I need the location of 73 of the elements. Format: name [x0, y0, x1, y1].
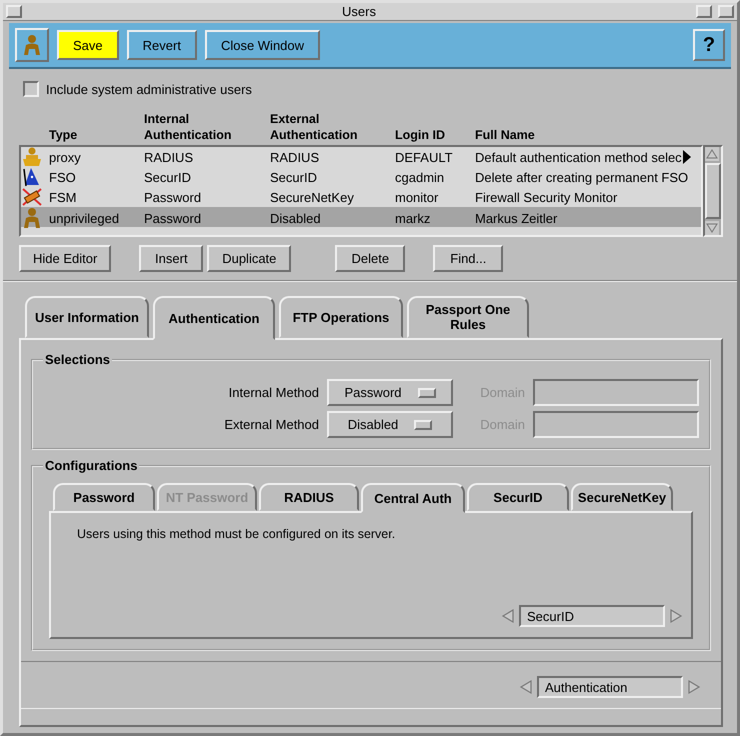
- window-title: Users: [341, 4, 377, 19]
- user-button[interactable]: [15, 28, 49, 62]
- table-row[interactable]: FSM Password SecureNetKey monitor Firewall Security Monitor: [21, 187, 701, 207]
- editor-button[interactable]: Find...: [433, 245, 504, 272]
- spinner-field[interactable]: SecurID: [519, 605, 665, 627]
- proxy-person-icon: [21, 147, 43, 167]
- table-cell: FSO: [49, 170, 76, 184]
- table-cell: SecureNetKey: [270, 190, 354, 204]
- column-header: Internal Authentication: [144, 111, 232, 143]
- table-cell: Password: [144, 190, 202, 204]
- save-button[interactable]: Save: [57, 30, 119, 60]
- table-cell: proxy: [49, 150, 81, 164]
- message-text: Users using this method must be configured on its server.: [77, 527, 396, 541]
- person-icon: [21, 207, 43, 229]
- table-cell: SecurID: [144, 170, 191, 184]
- table-cell: Disabled: [270, 210, 321, 226]
- option-menu[interactable]: Disabled: [327, 411, 453, 438]
- left-arrow-icon[interactable]: [501, 608, 515, 624]
- table-cell: FSM: [49, 190, 76, 204]
- table-cell: cgadmin: [395, 170, 444, 184]
- table-cell: RADIUS: [144, 150, 194, 164]
- toolbar-button[interactable]: Revert: [126, 30, 197, 60]
- column-header: External Authentication: [270, 111, 358, 143]
- tab[interactable]: Authentication: [153, 296, 275, 340]
- left-arrow-icon[interactable]: [519, 679, 533, 695]
- table-row[interactable]: proxy RADIUS RADIUS DEFAULT Default authentication method selec: [21, 147, 701, 167]
- person-icon: [21, 34, 43, 56]
- group-title: Selections: [44, 352, 112, 367]
- scroll-down-icon[interactable]: [705, 221, 719, 235]
- minimize-button[interactable]: [696, 5, 712, 18]
- tab[interactable]: User Information: [25, 296, 149, 338]
- checkbox[interactable]: [23, 81, 39, 97]
- table-cell: SecurID: [270, 170, 317, 184]
- table-cell: Firewall Security Monitor: [475, 190, 618, 204]
- right-arrow-icon[interactable]: [669, 608, 683, 624]
- column-header: Full Name: [475, 127, 536, 143]
- editor-button[interactable]: Delete: [335, 245, 406, 272]
- scroll-up-icon[interactable]: [705, 147, 719, 161]
- table-cell: Password: [144, 210, 202, 226]
- option-menu[interactable]: Password: [327, 379, 453, 406]
- help-button[interactable]: ?: [693, 29, 725, 61]
- tab[interactable]: RADIUS: [259, 483, 359, 511]
- editor-button[interactable]: Insert: [139, 245, 204, 272]
- group-title: Configurations: [44, 458, 138, 473]
- editor-button[interactable]: Duplicate: [207, 245, 292, 272]
- window-menu-button[interactable]: [6, 5, 22, 18]
- column-header: Type: [49, 127, 78, 143]
- tab[interactable]: Password: [53, 483, 155, 511]
- table-cell: Default authentication method selec: [475, 150, 682, 164]
- table-cell: RADIUS: [270, 150, 320, 164]
- table-cell: monitor: [395, 190, 438, 204]
- maximize-button[interactable]: [718, 5, 734, 18]
- tab[interactable]: SecurID: [467, 483, 569, 511]
- table-cell: unprivileged: [49, 210, 120, 226]
- table-cell: Delete after creating permanent FSO: [475, 170, 688, 184]
- tab[interactable]: Central Auth: [361, 483, 465, 513]
- spinner-field[interactable]: Authentication: [537, 676, 683, 698]
- table-row[interactable]: FSO SecurID SecurID cgadmin Delete after creating permanent FSO: [21, 167, 701, 187]
- table-cell: Markus Zeitler: [475, 210, 558, 226]
- editor-button[interactable]: Hide Editor: [19, 245, 112, 272]
- table-cell: markz: [395, 210, 430, 226]
- scrollbar[interactable]: [703, 145, 723, 237]
- table-row[interactable]: unprivileged Password Disabled markz Markus Zeitler: [21, 207, 701, 227]
- field-label: External Method: [223, 417, 320, 432]
- table-cell: DEFAULT: [395, 150, 453, 164]
- field-label: Internal Method: [228, 385, 320, 400]
- tab[interactable]: FTP Operations: [279, 296, 403, 338]
- toolbar-button[interactable]: Close Window: [204, 30, 320, 60]
- right-arrow-icon[interactable]: [687, 679, 701, 695]
- tab[interactable]: SecureNetKey: [571, 483, 673, 511]
- tab[interactable]: Passport One Rules: [407, 296, 529, 338]
- checkbox-label: Include system administrative users: [46, 82, 252, 96]
- column-header: Login ID: [395, 127, 446, 143]
